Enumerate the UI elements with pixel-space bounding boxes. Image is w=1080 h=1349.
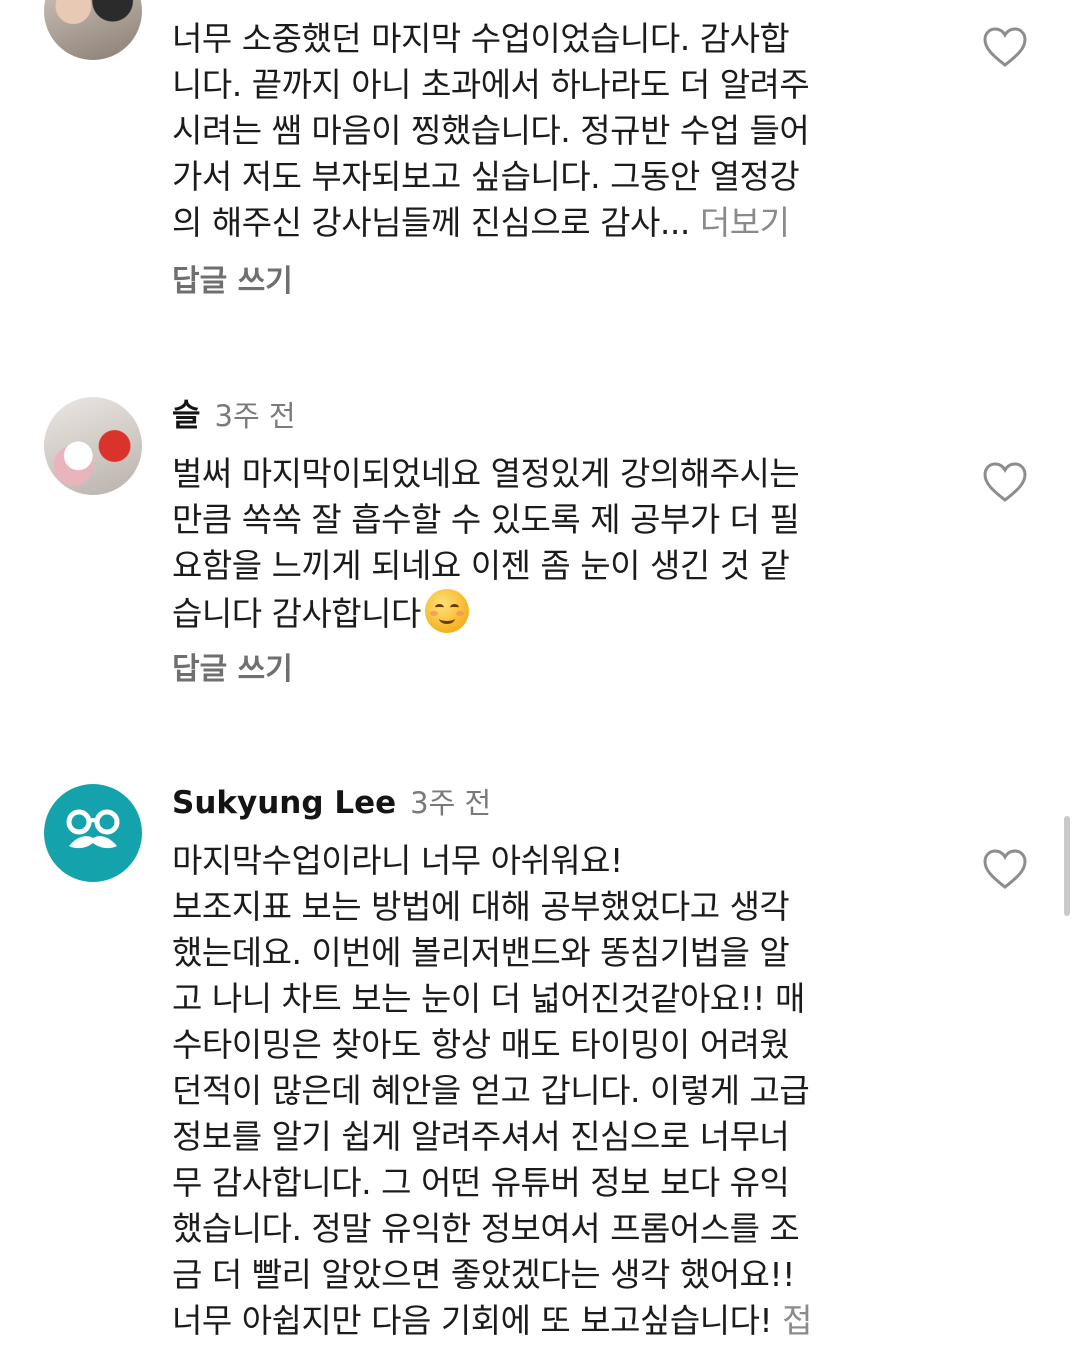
avatar[interactable]: [44, 397, 142, 495]
comment-text: 벌써 마지막이되었네요 열정있게 강의해주시는 만큼 쏙쏙 잘 흡수할 수 있도…: [172, 451, 892, 637]
comment-text: 너무 소중했던 마지막 수업이었습니다. 감사합 니다. 끝까지 아니 초과에서…: [172, 16, 892, 246]
avatar[interactable]: [44, 0, 142, 60]
timestamp: 3주 전: [410, 786, 492, 820]
author-name[interactable]: Sukyung Lee: [172, 785, 396, 821]
smiling-face-emoji-icon: [424, 589, 469, 633]
scrollbar[interactable]: [1064, 816, 1070, 916]
comment-header: 슬 3주 전: [172, 396, 296, 436]
reply-button[interactable]: 답글 쓰기: [172, 262, 293, 302]
comment-body: 벌써 마지막이되었네요 열정있게 강의해주시는 만큼 쏙쏙 잘 흡수할 수 있도…: [172, 454, 800, 633]
collapse-link[interactable]: 접: [782, 1301, 812, 1340]
glasses-mustache-icon: [66, 809, 120, 849]
avatar[interactable]: [44, 784, 142, 882]
heart-icon[interactable]: [982, 848, 1028, 890]
comment-header: Sukyung Lee 3주 전: [172, 783, 491, 823]
heart-icon[interactable]: [982, 461, 1028, 503]
more-link[interactable]: 더보기: [700, 203, 790, 242]
reply-button[interactable]: 답글 쓰기: [172, 650, 293, 690]
author-name[interactable]: 슬: [172, 398, 201, 434]
comment-body: 마지막수업이라니 너무 아쉬워요! 보조지표 보는 방법에 대해 공부했었다고 …: [172, 841, 810, 1340]
heart-icon[interactable]: [982, 26, 1028, 68]
comment-text: 마지막수업이라니 너무 아쉬워요! 보조지표 보는 방법에 대해 공부했었다고 …: [172, 838, 892, 1344]
timestamp: 3주 전: [214, 399, 296, 433]
